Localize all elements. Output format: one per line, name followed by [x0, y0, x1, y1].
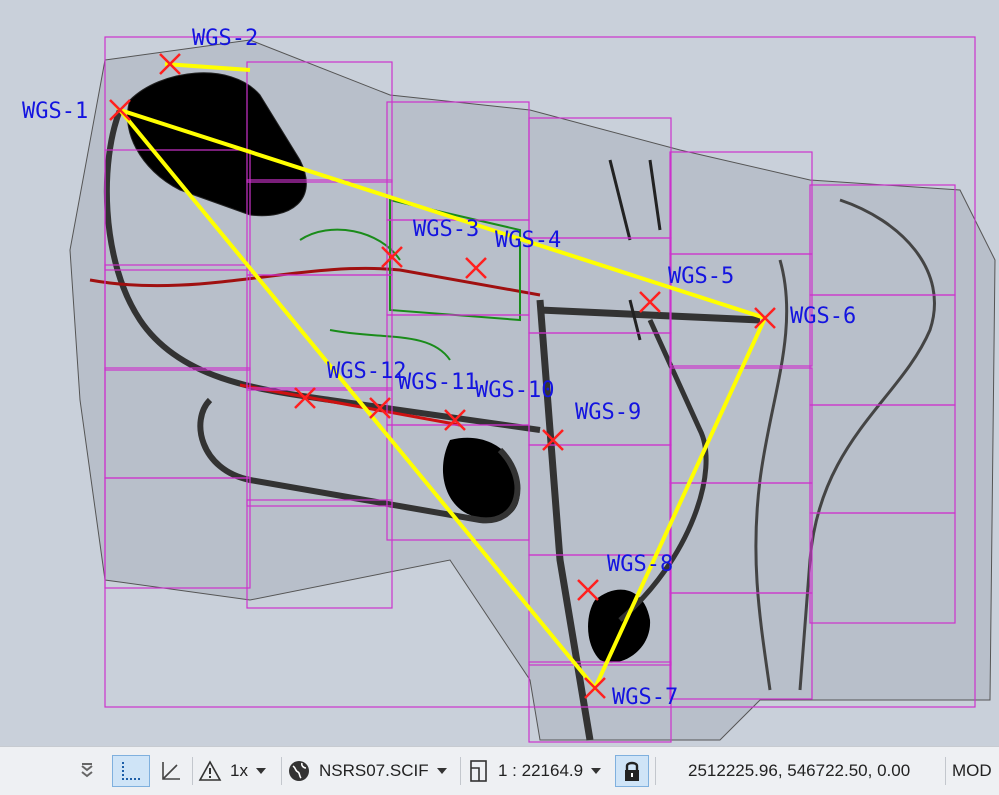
point-label-wgs-11: WGS-11	[398, 370, 477, 395]
chevron-down-icon	[436, 768, 447, 774]
separator	[655, 757, 656, 785]
ortho-icon[interactable]	[112, 755, 150, 787]
annotation-scale-dropdown[interactable]: 1 : 22164.9	[468, 755, 610, 787]
lock-button[interactable]	[615, 755, 649, 787]
point-label-wgs-5: WGS-5	[668, 264, 734, 289]
point-label-wgs-9: WGS-9	[575, 400, 641, 425]
chevron-menu-icon[interactable]	[72, 755, 102, 787]
point-label-wgs-12: WGS-12	[327, 359, 406, 384]
point-label-wgs-1: WGS-1	[22, 99, 88, 124]
chevron-down-icon	[591, 768, 602, 774]
ucs-icon[interactable]	[154, 755, 188, 787]
separator	[281, 757, 282, 785]
cursor-coordinates: 2512225.96, 546722.50, 0.00	[688, 761, 911, 780]
status-bar: 1x NSRS07.SCIF 1 : 22164.9 2512225.96, 5…	[0, 746, 999, 795]
lock-icon	[623, 760, 641, 782]
coordinate-system-value: NSRS07.SCIF	[319, 761, 429, 780]
point-label-wgs-6: WGS-6	[790, 304, 856, 329]
point-label-wgs-4: WGS-4	[495, 228, 561, 253]
scale-factor-dropdown[interactable]: 1x	[198, 755, 278, 787]
layout-icon	[468, 759, 490, 783]
globe-icon	[287, 759, 311, 783]
chevron-down-icon	[255, 768, 266, 774]
point-label-wgs-2: WGS-2	[192, 26, 258, 51]
point-label-wgs-7: WGS-7	[612, 685, 678, 710]
separator	[945, 757, 946, 785]
separator	[460, 757, 461, 785]
cad-drawing[interactable]: WGS-1 WGS-2 WGS-3 WGS-4 WGS-5 WGS-6 WGS-…	[0, 0, 999, 746]
annotation-scale-value: 1 : 22164.9	[498, 761, 584, 780]
point-label-wgs-3: WGS-3	[413, 217, 479, 242]
drawing-viewport[interactable]: WGS-1 WGS-2 WGS-3 WGS-4 WGS-5 WGS-6 WGS-…	[0, 0, 999, 746]
point-label-wgs-10: WGS-10	[475, 378, 554, 403]
point-label-wgs-8: WGS-8	[607, 552, 673, 577]
scale-factor-value: 1x	[230, 761, 248, 780]
separator	[192, 757, 193, 785]
model-space-toggle[interactable]: MOD	[952, 755, 999, 787]
coordinate-system-dropdown[interactable]: NSRS07.SCIF	[287, 755, 457, 787]
warning-icon	[198, 760, 222, 782]
